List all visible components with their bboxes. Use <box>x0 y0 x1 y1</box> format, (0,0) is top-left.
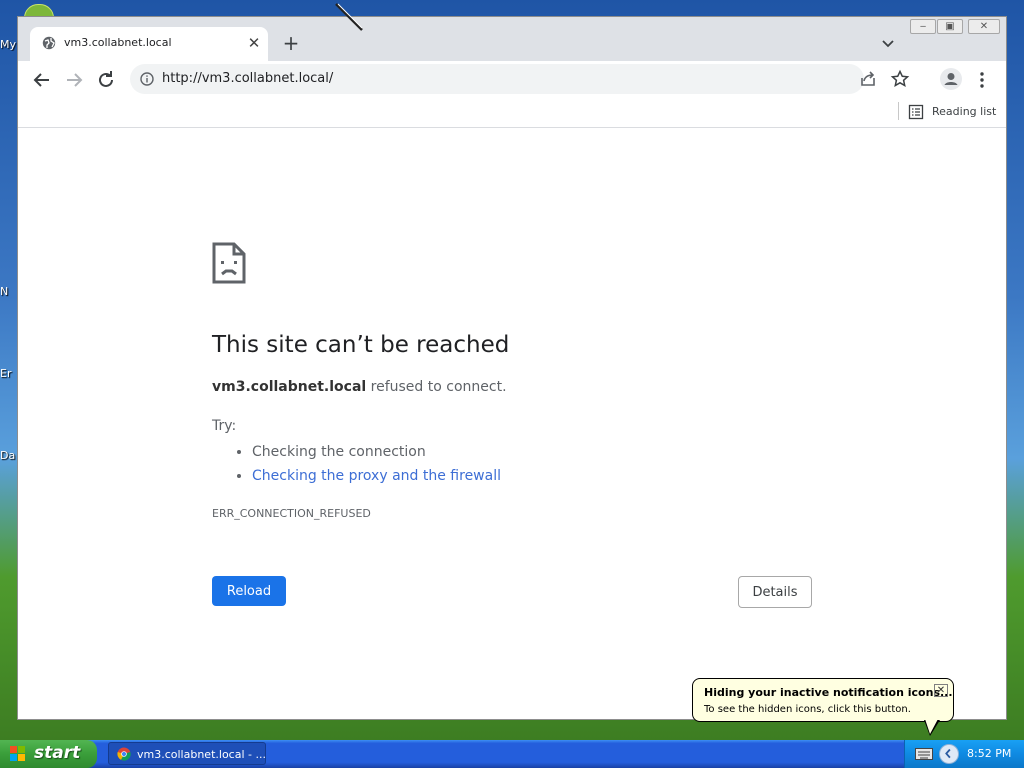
balloon-text: To see the hidden icons, click this butt… <box>704 704 911 715</box>
profile-avatar-icon[interactable] <box>940 68 962 90</box>
balloon-tail-fill <box>925 719 938 734</box>
browser-window: vm3.collabnet.local ✕ + ‒ ▣ ✕ http://vm3… <box>17 16 1007 720</box>
share-icon[interactable] <box>858 69 878 89</box>
error-title: This site can’t be reached <box>212 332 510 358</box>
bookmark-star-icon[interactable] <box>890 69 910 89</box>
system-tray: 8:52 PM <box>904 740 1024 768</box>
clock: 8:52 PM <box>967 747 1012 760</box>
new-tab-button[interactable]: + <box>280 33 302 55</box>
info-icon[interactable] <box>140 72 154 86</box>
reading-list-icon <box>908 104 924 120</box>
error-message: vm3.collabnet.local refused to connect. <box>212 379 507 395</box>
back-arrow-icon[interactable] <box>30 68 54 92</box>
suggestion-link-proxy-firewall[interactable]: Checking the proxy and the firewall <box>252 464 501 488</box>
tab-close-button[interactable]: ✕ <box>244 33 264 53</box>
tab-title: vm3.collabnet.local <box>64 36 172 49</box>
start-button[interactable]: start <box>0 740 97 768</box>
suggestion-item: Checking the connection <box>252 440 501 464</box>
more-menu-icon[interactable] <box>974 70 990 90</box>
separator <box>898 102 899 120</box>
toolbar: http://vm3.collabnet.local/ <box>18 61 1006 99</box>
address-bar[interactable]: http://vm3.collabnet.local/ <box>130 64 864 94</box>
reload-icon[interactable] <box>94 68 118 92</box>
tab-strip: vm3.collabnet.local ✕ + ‒ ▣ ✕ <box>18 17 1006 61</box>
suggestion-link[interactable]: Checking the proxy and the firewall <box>252 468 501 484</box>
error-message-text: refused to connect. <box>366 379 507 395</box>
taskbar-item-browser[interactable]: vm3.collabnet.local - ... <box>108 742 266 765</box>
try-label: Try: <box>212 418 237 434</box>
globe-icon <box>42 36 56 50</box>
taskbar: start vm3.collabnet.local - ... 8:52 PM <box>0 740 1024 768</box>
show-hidden-icons-button[interactable] <box>939 744 959 764</box>
keyboard-icon[interactable] <box>915 747 933 761</box>
bookmarks-bar: Reading list <box>18 99 1006 128</box>
chrome-icon <box>117 747 131 761</box>
close-window-button[interactable]: ✕ <box>968 19 1000 34</box>
error-code: ERR_CONNECTION_REFUSED <box>212 507 371 520</box>
pen-cursor-icon <box>335 3 363 31</box>
minimize-button[interactable]: ‒ <box>910 19 936 34</box>
windows-logo-icon <box>10 746 25 761</box>
chevron-down-icon[interactable] <box>878 33 898 53</box>
balloon-close-button[interactable]: ✕ <box>934 684 948 697</box>
error-page: This site can’t be reached vm3.collabnet… <box>18 128 1006 719</box>
notification-balloon[interactable]: Hiding your inactive notification icons.… <box>692 678 954 722</box>
sad-page-icon <box>212 242 246 284</box>
reload-button[interactable]: Reload <box>212 576 286 606</box>
balloon-title: Hiding your inactive notification icons.… <box>704 686 953 699</box>
error-host: vm3.collabnet.local <box>212 379 367 395</box>
start-label: start <box>34 743 81 763</box>
maximize-button[interactable]: ▣ <box>937 19 963 34</box>
url-text[interactable]: http://vm3.collabnet.local/ <box>162 71 333 86</box>
browser-tab[interactable]: vm3.collabnet.local ✕ <box>30 27 268 61</box>
forward-arrow-icon[interactable] <box>62 68 86 92</box>
chevron-left-icon <box>945 748 951 759</box>
suggestions-list: Checking the connection Checking the pro… <box>232 440 501 488</box>
details-button[interactable]: Details <box>738 576 812 608</box>
reading-list-label: Reading list <box>932 105 997 118</box>
taskbar-item-label: vm3.collabnet.local - ... <box>137 748 266 761</box>
